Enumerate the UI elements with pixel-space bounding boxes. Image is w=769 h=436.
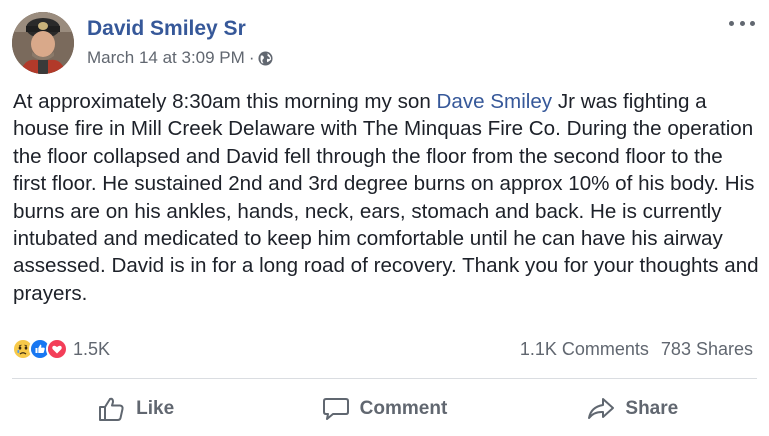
author-name[interactable]: David Smiley Sr [87, 17, 246, 41]
comment-count[interactable]: 1.1K Comments [520, 339, 649, 359]
reaction-summary[interactable]: 1.5K [12, 338, 110, 360]
like-label: Like [136, 398, 175, 419]
post-timestamp[interactable]: March 14 at 3:09 PM [87, 48, 245, 68]
comment-button[interactable]: Comment [260, 383, 508, 435]
mention-link[interactable]: Dave Smiley [437, 90, 553, 113]
post-actions: Like Comment Share [12, 383, 757, 435]
actions-divider [12, 378, 757, 379]
share-count[interactable]: 783 Shares [661, 339, 753, 359]
thumbs-up-icon [99, 397, 124, 421]
comment-label: Comment [359, 398, 448, 419]
like-button[interactable]: Like [12, 383, 260, 435]
post-header: David Smiley Sr March 14 at 3:09 PM · [12, 12, 757, 76]
comment-icon [322, 398, 349, 420]
globe-icon[interactable] [258, 50, 274, 66]
post-text-end: Jr was fighting a house fire in Mill Cre… [13, 90, 759, 305]
engagement-counts: 1.1K Comments 783 Shares [520, 339, 753, 360]
avatar[interactable] [12, 12, 74, 74]
share-arrow-icon [588, 398, 615, 419]
love-icon [46, 338, 68, 360]
more-options-icon[interactable] [729, 16, 755, 30]
share-label: Share [625, 398, 679, 419]
post-text-start: At approximately 8:30am this morning my … [13, 90, 437, 113]
facebook-post: David Smiley Sr March 14 at 3:09 PM · At… [0, 0, 769, 436]
reaction-count[interactable]: 1.5K [73, 339, 110, 360]
meta-separator: · [248, 48, 255, 67]
share-button[interactable]: Share [509, 383, 757, 435]
post-body: At approximately 8:30am this morning my … [13, 88, 761, 307]
post-meta: March 14 at 3:09 PM · [87, 48, 274, 68]
post-stats: 1.5K 1.1K Comments 783 Shares [12, 336, 757, 364]
